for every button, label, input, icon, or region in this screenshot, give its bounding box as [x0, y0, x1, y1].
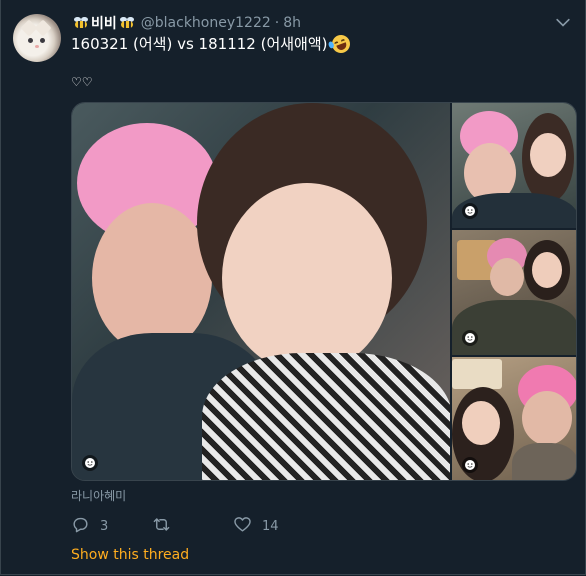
tweet-card[interactable]: 비비 @blackhoney1222 · 8h 160321 (어색) vs 1… — [0, 0, 586, 575]
chevron-down-icon[interactable] — [553, 13, 573, 33]
user-avatar[interactable] — [13, 14, 61, 62]
avatar-cat-eye — [28, 38, 33, 43]
retweet-button[interactable] — [152, 515, 233, 537]
action-bar: 3 14 — [71, 515, 323, 537]
show-thread-link[interactable]: Show this thread — [71, 547, 189, 563]
like-button[interactable]: 14 — [233, 515, 323, 537]
reply-icon — [71, 515, 90, 538]
display-name[interactable]: 비비 — [91, 13, 117, 33]
photo-top-right[interactable] — [452, 103, 576, 228]
smiley-icon — [462, 330, 478, 346]
tweet-text-content: 160321 (어색) vs 181112 (어새애액) — [71, 35, 328, 53]
photo-main[interactable] — [72, 103, 450, 480]
photo-middle-right[interactable] — [452, 230, 576, 355]
smiley-icon — [462, 203, 478, 219]
bee-emoji-icon — [72, 17, 90, 29]
photo-bottom-right[interactable] — [452, 357, 576, 480]
heart-icon — [233, 515, 252, 538]
tweet-header: 비비 @blackhoney1222 · 8h — [71, 13, 301, 33]
separator-dot: · — [274, 15, 280, 31]
smiley-icon — [82, 455, 98, 471]
reply-button[interactable]: 3 — [71, 515, 152, 537]
reply-count: 3 — [100, 518, 109, 534]
like-count: 14 — [262, 518, 279, 534]
tagged-people[interactable]: 라니아혜미 — [71, 487, 126, 504]
user-handle[interactable]: @blackhoney1222 — [141, 15, 271, 31]
smiley-icon — [462, 457, 478, 473]
avatar-cat-eye — [40, 38, 45, 43]
media-grid[interactable] — [71, 102, 577, 481]
tweet-hearts-line: ♡♡ — [71, 75, 93, 89]
retweet-icon — [152, 515, 171, 538]
tweet-text: 160321 (어색) vs 181112 (어새애액) — [71, 32, 353, 56]
bee-emoji-icon — [118, 17, 136, 29]
avatar-cat-nose — [35, 45, 39, 48]
avatar-cat-ear — [34, 19, 52, 37]
rolling-laughing-emoji-icon — [327, 32, 353, 56]
timestamp[interactable]: 8h — [283, 15, 301, 31]
